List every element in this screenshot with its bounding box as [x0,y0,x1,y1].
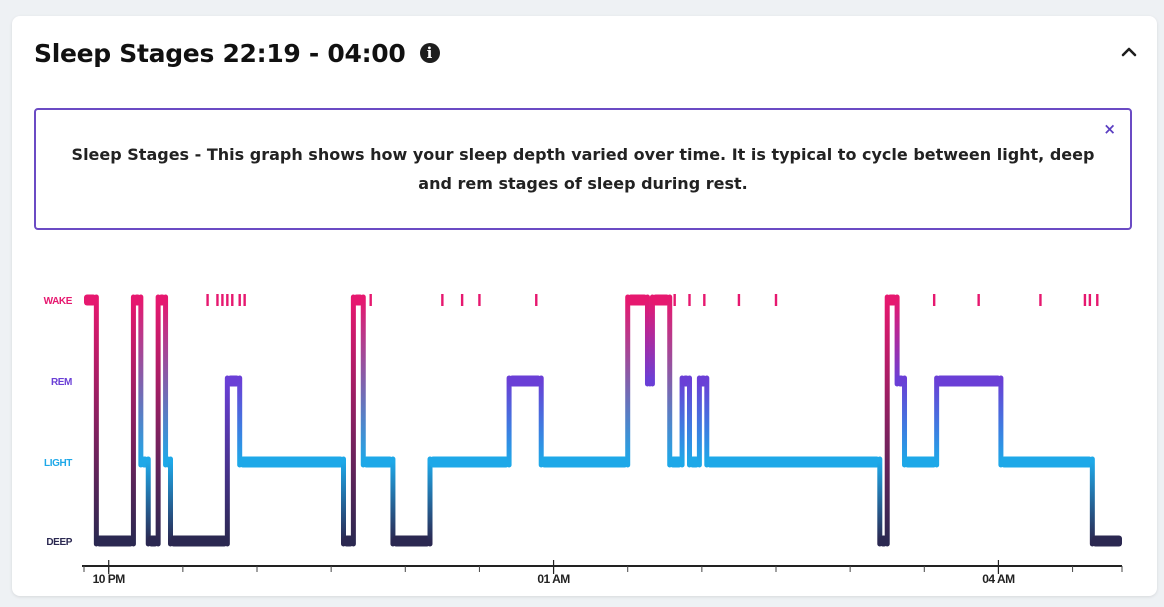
wake-mark [221,294,224,306]
segment-rem [509,375,542,387]
transition [679,375,685,468]
wake-mark [1096,294,1099,306]
y-label-light: LIGHT [44,458,72,469]
transition [884,294,890,547]
segment-light [239,456,344,468]
transition [667,294,673,468]
wake-mark [737,294,741,306]
transition [644,294,650,387]
transition [687,375,692,468]
transition [350,294,356,547]
wake-mark [478,294,481,306]
segment-rem [936,375,1001,387]
wake-mark [932,294,936,306]
wake-mark [243,294,246,306]
wake-mark [977,294,980,306]
segment-deep [1092,535,1122,547]
transition [390,456,396,547]
transition [93,294,99,547]
transition [224,375,230,547]
segment-deep [170,535,228,547]
transition [168,456,173,547]
segment-light [1000,456,1093,468]
transition [902,375,908,468]
segment-light [363,456,393,468]
x-tick-label: 04 AM [982,572,1015,586]
wake-mark [460,294,464,306]
transition [934,375,940,468]
transition [696,375,702,468]
transition [625,294,631,468]
transition [998,375,1004,468]
transition [155,294,161,547]
segment-light [706,456,880,468]
segment-light [541,456,628,468]
x-tick-label: 01 AM [537,572,570,586]
transition [427,456,433,547]
transition [138,294,144,468]
transition [1089,456,1095,547]
wake-mark [226,294,229,306]
transition [877,456,883,547]
wake-mark [216,294,219,306]
transition [649,294,655,387]
wake-mark [673,294,676,306]
wake-mark [1083,294,1087,306]
wake-mark [774,294,778,306]
segment-wake [652,294,670,306]
segment-wake [627,294,648,306]
wake-mark [369,294,372,306]
y-label-wake: WAKE [44,296,73,307]
wake-mark [231,294,234,306]
wake-mark [441,294,444,306]
sleep-stages-chart: WAKE REM LIGHT DEEP 10 PM 01 AM 04 AM [44,294,1123,586]
transition [163,294,169,468]
wake-mark [703,294,706,306]
x-tick-label: 10 PM [93,572,126,586]
transition [506,375,512,468]
transition [145,456,151,547]
transition [130,294,136,547]
wake-mark [688,294,691,306]
transition [237,375,243,468]
y-label-deep: DEEP [46,537,72,548]
transition [341,456,346,547]
wake-mark [238,294,241,306]
wake-mark [1088,294,1092,306]
transition [894,294,900,387]
transition [538,375,544,468]
y-label-rem: REM [51,377,72,388]
segment-light [430,456,510,468]
segment-deep [392,535,430,547]
segment-deep [96,535,134,547]
segment-light [904,456,937,468]
wake-mark [1039,294,1042,306]
wake-mark [535,294,538,306]
wake-mark [206,294,209,306]
transition [360,294,366,468]
transition [704,375,710,468]
